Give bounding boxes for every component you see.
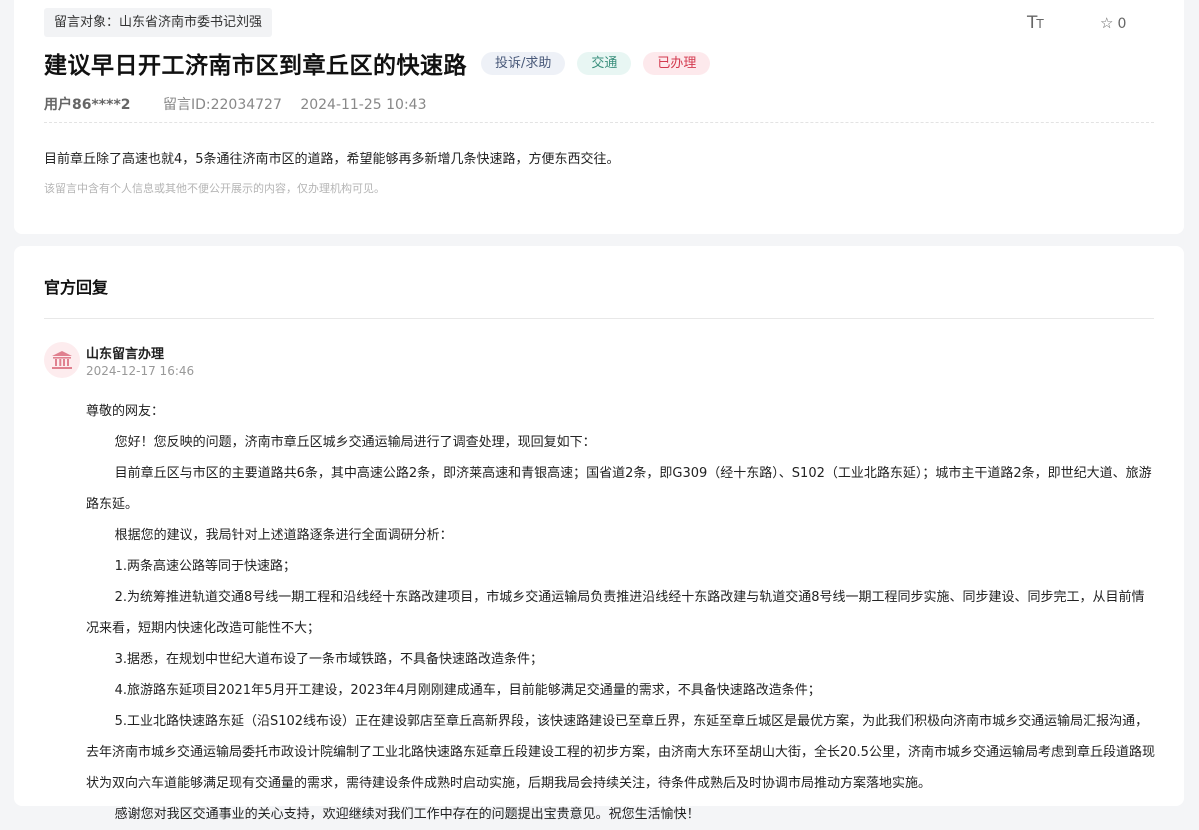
message-card: 留言对象：山东省济南市委书记刘强 TT ☆ 0 建议早日开工济南市区到章丘区的快速… <box>14 0 1184 234</box>
category-tag: 交通 <box>577 51 632 75</box>
favorite-button[interactable]: ☆ 0 <box>1100 14 1126 32</box>
reply-datetime: 2024-12-17 16:46 <box>86 364 195 378</box>
reply-paragraph: 5.工业北路快速路东延（沿S102线布设）正在建设郭店至章丘高新界段，该快速路建… <box>86 714 1155 791</box>
divider <box>44 318 1154 319</box>
title-row: 建议早日开工济南市区到章丘区的快速路 投诉/求助 交通 已办理 <box>44 46 711 80</box>
user-name: 用户86****2 <box>44 97 131 113</box>
reply-paragraph: 1.两条高速公路等同于快速路； <box>114 559 296 574</box>
reply-paragraph: 根据您的建议，我局针对上述道路逐条进行全面调研分析： <box>114 528 453 543</box>
reply-paragraph: 4.旅游路东延项目2021年5月开工建设，2023年4月刚刚建成通车，目前能够满… <box>114 683 821 698</box>
reply-heading: 官方回复 <box>44 278 109 297</box>
reply-paragraph: 2.为统筹推进轨道交通8号线一期工程和沿线经十东路改建项目，市城乡交通运输局负责… <box>86 590 1145 636</box>
official-reply-card: 官方回复 山东留言办理 2024-12-17 16:46 尊敬的网友： 您好！您… <box>14 246 1184 822</box>
reply-paragraph: 3.据悉，在规划中世纪大道布设了一条市域铁路，不具备快速路改造条件； <box>114 652 543 667</box>
message-content: 目前章丘除了高速也就4，5条通往济南市区的道路，希望能够再多新增几条快速路，方便… <box>44 152 620 167</box>
type-tag: 投诉/求助 <box>481 51 566 75</box>
org-name: 山东留言办理 <box>86 347 165 362</box>
page-title: 建议早日开工济南市区到章丘区的快速路 <box>44 53 467 79</box>
government-building-icon <box>44 342 80 378</box>
message-id: 留言ID:22034727 <box>162 97 282 113</box>
message-target: 留言对象：山东省济南市委书记刘强 <box>44 8 273 37</box>
reply-paragraph: 您好！您反映的问题，济南市章丘区城乡交通运输局进行了调查处理，现回复如下： <box>114 435 596 450</box>
divider <box>44 122 1154 123</box>
font-size-icon[interactable]: TT <box>1027 13 1044 33</box>
privacy-note: 该留言中含有个人信息或其他不便公开展示的内容，仅办理机构可见。 <box>44 182 385 195</box>
reply-body: 尊敬的网友： 您好！您反映的问题，济南市章丘区城乡交通运输局进行了调查处理，现回… <box>86 396 1156 830</box>
reply-greeting: 尊敬的网友： <box>86 404 165 419</box>
favorite-count: 0 <box>1117 16 1127 32</box>
message-datetime: 2024-11-25 10:43 <box>300 97 427 113</box>
message-meta: 用户86****2 留言ID:22034727 2024-11-25 10:43 <box>44 94 426 114</box>
reply-closing: 感谢您对我区交通事业的关心支持，欢迎继续对我们工作中存在的问题提出宝贵意见。祝您… <box>114 807 700 822</box>
star-outline-icon: ☆ <box>1100 14 1114 32</box>
status-badge: 已办理 <box>643 51 711 75</box>
reply-paragraph: 目前章丘区与市区的主要道路共6条，其中高速公路2条，即济莱高速和青银高速；国省道… <box>86 466 1152 512</box>
